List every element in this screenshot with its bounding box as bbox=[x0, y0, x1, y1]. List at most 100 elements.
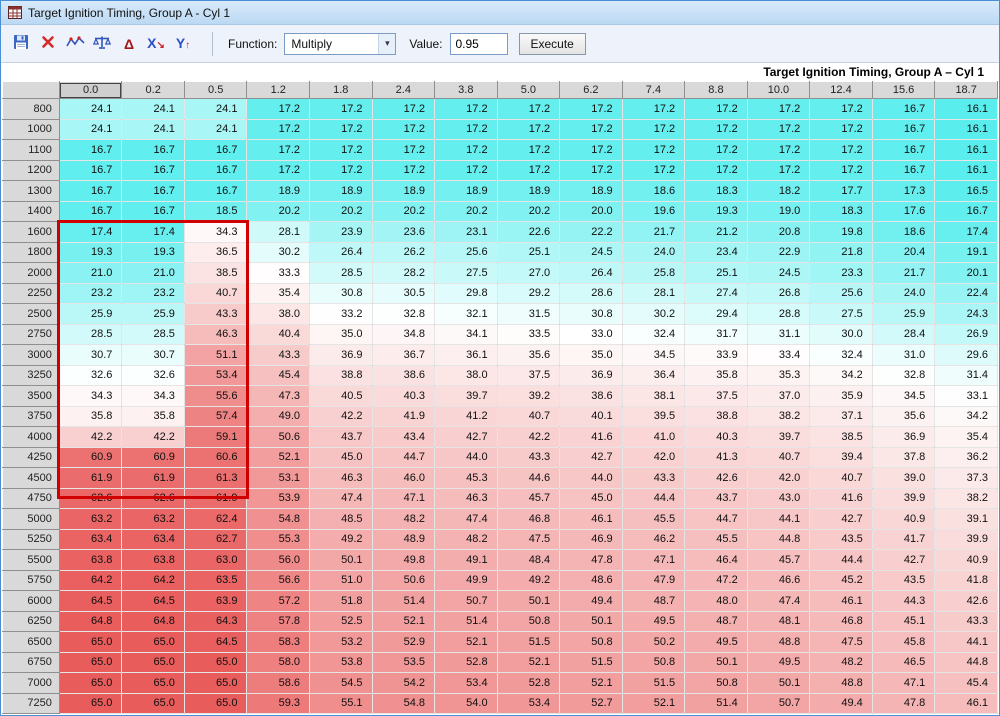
table-cell[interactable]: 38.5 bbox=[810, 427, 873, 448]
table-cell[interactable]: 23.2 bbox=[59, 283, 122, 304]
table-cell[interactable]: 51.5 bbox=[497, 632, 560, 653]
table-cell[interactable]: 44.7 bbox=[372, 447, 435, 468]
y-axis-button[interactable]: Y↑ bbox=[171, 31, 195, 57]
row-header-800[interactable]: 800 bbox=[3, 99, 60, 120]
row-header-1000[interactable]: 1000 bbox=[3, 119, 60, 140]
table-cell[interactable]: 43.4 bbox=[372, 427, 435, 448]
table-cell[interactable]: 40.3 bbox=[372, 386, 435, 407]
table-cell[interactable]: 48.2 bbox=[435, 529, 498, 550]
table-cell[interactable]: 17.2 bbox=[310, 119, 373, 140]
table-cell[interactable]: 51.5 bbox=[560, 652, 623, 673]
table-cell[interactable]: 46.8 bbox=[810, 611, 873, 632]
table-cell[interactable]: 32.4 bbox=[810, 345, 873, 366]
table-cell[interactable]: 33.4 bbox=[747, 345, 810, 366]
table-cell[interactable]: 37.8 bbox=[872, 447, 935, 468]
table-cell[interactable]: 41.8 bbox=[935, 570, 998, 591]
table-cell[interactable]: 26.8 bbox=[747, 283, 810, 304]
table-cell[interactable]: 16.7 bbox=[872, 160, 935, 181]
table-cell[interactable]: 46.8 bbox=[497, 509, 560, 530]
table-cell[interactable]: 31.5 bbox=[497, 304, 560, 325]
row-header-5250[interactable]: 5250 bbox=[3, 529, 60, 550]
table-cell[interactable]: 64.8 bbox=[59, 611, 122, 632]
table-cell[interactable]: 47.2 bbox=[685, 570, 748, 591]
table-cell[interactable]: 54.2 bbox=[372, 673, 435, 694]
table-cell[interactable]: 39.7 bbox=[747, 427, 810, 448]
table-cell[interactable]: 16.7 bbox=[59, 140, 122, 161]
table-cell[interactable]: 17.2 bbox=[372, 99, 435, 120]
table-cell[interactable]: 29.4 bbox=[685, 304, 748, 325]
table-cell[interactable]: 55.1 bbox=[310, 693, 373, 714]
table-cell[interactable]: 17.2 bbox=[560, 140, 623, 161]
table-cell[interactable]: 47.9 bbox=[622, 570, 685, 591]
table-cell[interactable]: 50.1 bbox=[497, 591, 560, 612]
table-cell[interactable]: 52.7 bbox=[560, 693, 623, 714]
table-cell[interactable]: 63.4 bbox=[59, 529, 122, 550]
table-cell[interactable]: 42.2 bbox=[122, 427, 185, 448]
table-cell[interactable]: 48.6 bbox=[560, 570, 623, 591]
table-cell[interactable]: 52.8 bbox=[435, 652, 498, 673]
table-cell[interactable]: 34.5 bbox=[872, 386, 935, 407]
table-cell[interactable]: 18.9 bbox=[372, 181, 435, 202]
table-cell[interactable]: 65.0 bbox=[59, 673, 122, 694]
table-cell[interactable]: 18.9 bbox=[435, 181, 498, 202]
table-cell[interactable]: 39.9 bbox=[935, 529, 998, 550]
table-cell[interactable]: 18.5 bbox=[184, 201, 247, 222]
table-cell[interactable]: 19.3 bbox=[59, 242, 122, 263]
table-cell[interactable]: 39.2 bbox=[497, 386, 560, 407]
table-cell[interactable]: 28.5 bbox=[59, 324, 122, 345]
table-cell[interactable]: 35.0 bbox=[560, 345, 623, 366]
table-cell[interactable]: 49.2 bbox=[497, 570, 560, 591]
table-cell[interactable]: 65.0 bbox=[184, 693, 247, 714]
table-cell[interactable]: 45.1 bbox=[872, 611, 935, 632]
table-cell[interactable]: 46.4 bbox=[685, 550, 748, 571]
table-cell[interactable]: 22.2 bbox=[560, 222, 623, 243]
table-cell[interactable]: 63.8 bbox=[59, 550, 122, 571]
table-cell[interactable]: 32.6 bbox=[122, 365, 185, 386]
table-cell[interactable]: 63.2 bbox=[122, 509, 185, 530]
compare-button[interactable] bbox=[90, 31, 114, 57]
col-header-8.8[interactable]: 8.8 bbox=[685, 82, 748, 99]
table-cell[interactable]: 48.7 bbox=[685, 611, 748, 632]
table-cell[interactable]: 34.3 bbox=[184, 222, 247, 243]
row-header-5750[interactable]: 5750 bbox=[3, 570, 60, 591]
table-cell[interactable]: 18.9 bbox=[310, 181, 373, 202]
table-cell[interactable]: 16.7 bbox=[184, 140, 247, 161]
row-header-7250[interactable]: 7250 bbox=[3, 693, 60, 714]
table-cell[interactable]: 45.7 bbox=[747, 550, 810, 571]
table-cell[interactable]: 52.1 bbox=[372, 611, 435, 632]
table-cell[interactable]: 17.2 bbox=[685, 119, 748, 140]
table-cell[interactable]: 25.6 bbox=[435, 242, 498, 263]
table-cell[interactable]: 35.3 bbox=[747, 365, 810, 386]
table-cell[interactable]: 49.1 bbox=[435, 550, 498, 571]
col-header-0.5[interactable]: 0.5 bbox=[184, 82, 247, 99]
table-cell[interactable]: 38.1 bbox=[622, 386, 685, 407]
table-cell[interactable]: 46.3 bbox=[184, 324, 247, 345]
table-cell[interactable]: 17.2 bbox=[560, 99, 623, 120]
table-cell[interactable]: 44.3 bbox=[872, 591, 935, 612]
table-cell[interactable]: 65.0 bbox=[122, 632, 185, 653]
table-cell[interactable]: 50.1 bbox=[747, 673, 810, 694]
table-cell[interactable]: 46.1 bbox=[935, 693, 998, 714]
table-cell[interactable]: 35.6 bbox=[872, 406, 935, 427]
row-header-1200[interactable]: 1200 bbox=[3, 160, 60, 181]
table-cell[interactable]: 17.4 bbox=[935, 222, 998, 243]
table-cell[interactable]: 58.3 bbox=[247, 632, 310, 653]
table-cell[interactable]: 50.6 bbox=[372, 570, 435, 591]
table-cell[interactable]: 48.8 bbox=[810, 673, 873, 694]
table-cell[interactable]: 16.7 bbox=[872, 140, 935, 161]
table-cell[interactable]: 52.8 bbox=[497, 673, 560, 694]
table-cell[interactable]: 36.5 bbox=[184, 242, 247, 263]
table-cell[interactable]: 65.0 bbox=[184, 652, 247, 673]
table-cell[interactable]: 22.6 bbox=[497, 222, 560, 243]
table-cell[interactable]: 30.8 bbox=[560, 304, 623, 325]
table-cell[interactable]: 33.1 bbox=[935, 386, 998, 407]
table-cell[interactable]: 43.3 bbox=[935, 611, 998, 632]
table-cell[interactable]: 16.7 bbox=[184, 181, 247, 202]
table-cell[interactable]: 28.5 bbox=[310, 263, 373, 284]
table-cell[interactable]: 65.0 bbox=[184, 673, 247, 694]
table-cell[interactable]: 44.1 bbox=[747, 509, 810, 530]
table-cell[interactable]: 36.1 bbox=[435, 345, 498, 366]
table-cell[interactable]: 44.0 bbox=[435, 447, 498, 468]
table-cell[interactable]: 36.2 bbox=[935, 447, 998, 468]
table-cell[interactable]: 38.8 bbox=[310, 365, 373, 386]
